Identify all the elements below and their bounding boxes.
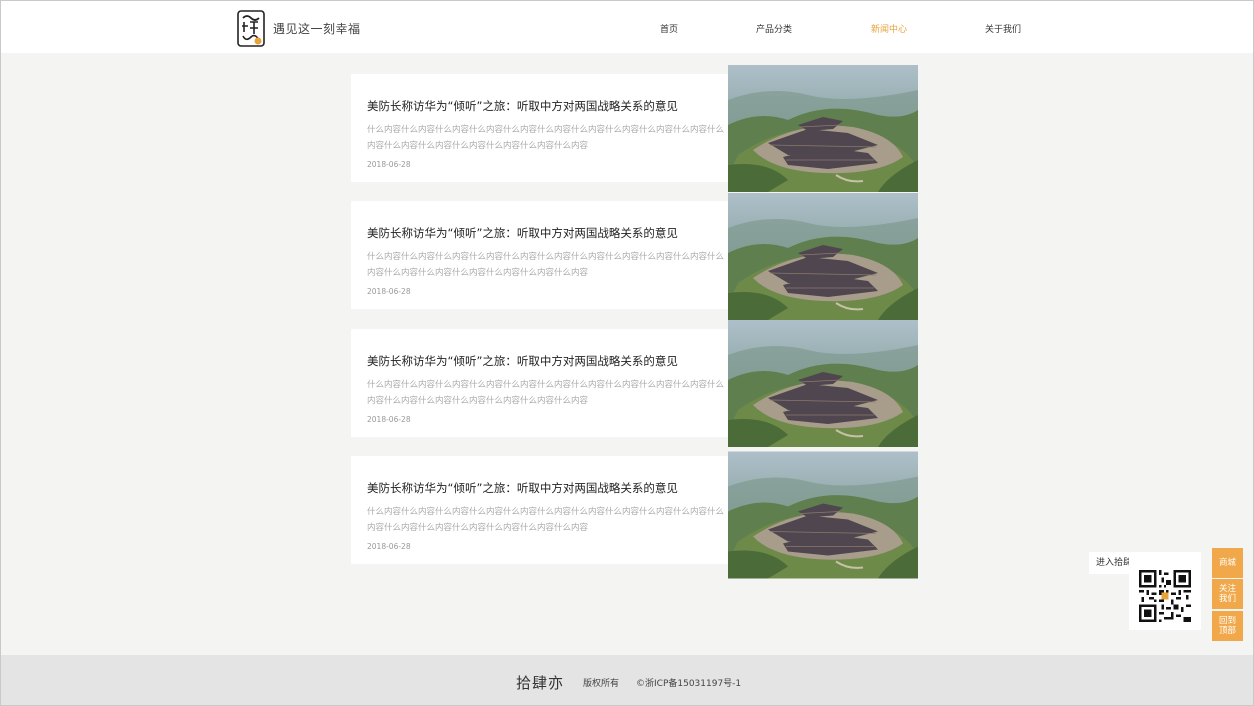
news-summary: 什么内容什么内容什么内容什么内容什么内容什么内容什么内容什么内容什么内容什么内容… (367, 380, 725, 406)
nav-home[interactable]: 首页 (660, 22, 678, 35)
news-thumbnail[interactable] (728, 193, 918, 320)
qr-code-icon (1139, 570, 1191, 622)
news-title[interactable]: 美防长称访华为“倾听”之旅：听取中方对两国战略关系的意见 (367, 225, 678, 241)
nav-products[interactable]: 产品分类 (756, 22, 792, 35)
shop-button[interactable]: 商城 (1212, 548, 1243, 578)
site-header: 遇见这一刻幸福 首页 产品分类 新闻中心 关于我们 (1, 1, 1253, 53)
site-footer: 拾肆亦 版权所有 ©浙ICP备15031197号-1 (1, 655, 1253, 705)
back-to-top-button[interactable]: 回到顶部 (1212, 611, 1243, 641)
follow-us-button[interactable]: 关注我们 (1212, 579, 1243, 609)
news-title[interactable]: 美防长称访华为“倾听”之旅：听取中方对两国战略关系的意见 (367, 480, 678, 496)
news-date: 2018-06-28 (367, 542, 411, 551)
news-title[interactable]: 美防长称访华为“倾听”之旅：听取中方对两国战略关系的意见 (367, 353, 678, 369)
qr-label: 进入拾肆 (1089, 552, 1133, 574)
qr-popup (1129, 552, 1201, 630)
news-card[interactable]: 美防长称访华为“倾听”之旅：听取中方对两国战略关系的意见 什么内容什么内容什么内… (351, 329, 728, 437)
follow-us-label: 关注我们 (1218, 584, 1236, 604)
news-summary: 什么内容什么内容什么内容什么内容什么内容什么内容什么内容什么内容什么内容什么内容… (367, 125, 725, 151)
news-title[interactable]: 美防长称访华为“倾听”之旅：听取中方对两国战略关系的意见 (367, 98, 678, 114)
footer-rights: 版权所有 (583, 679, 620, 689)
news-card[interactable]: 美防长称访华为“倾听”之旅：听取中方对两国战略关系的意见 什么内容什么内容什么内… (351, 74, 728, 182)
news-card[interactable]: 美防长称访华为“倾听”之旅：听取中方对两国战略关系的意见 什么内容什么内容什么内… (351, 456, 728, 564)
news-summary: 什么内容什么内容什么内容什么内容什么内容什么内容什么内容什么内容什么内容什么内容… (367, 507, 725, 533)
news-date: 2018-06-28 (367, 160, 411, 169)
news-date: 2018-06-28 (367, 415, 411, 424)
nav-news[interactable]: 新闻中心 (871, 22, 907, 35)
footer-icp-link[interactable]: ©浙ICP备15031197号-1 (636, 676, 741, 689)
news-card[interactable]: 美防长称访华为“倾听”之旅：听取中方对两国战略关系的意见 什么内容什么内容什么内… (351, 201, 728, 309)
news-thumbnail[interactable] (728, 320, 918, 447)
news-thumbnail[interactable] (728, 447, 918, 583)
brand-logo[interactable] (237, 10, 265, 47)
news-summary: 什么内容什么内容什么内容什么内容什么内容什么内容什么内容什么内容什么内容什么内容… (367, 252, 725, 278)
news-thumbnail[interactable] (728, 65, 918, 192)
site-tagline: 遇见这一刻幸福 (273, 22, 361, 36)
nav-about[interactable]: 关于我们 (985, 22, 1021, 35)
back-to-top-label: 回到顶部 (1218, 616, 1236, 636)
news-date: 2018-06-28 (367, 287, 411, 296)
footer-brand: 拾肆亦 (516, 674, 565, 692)
